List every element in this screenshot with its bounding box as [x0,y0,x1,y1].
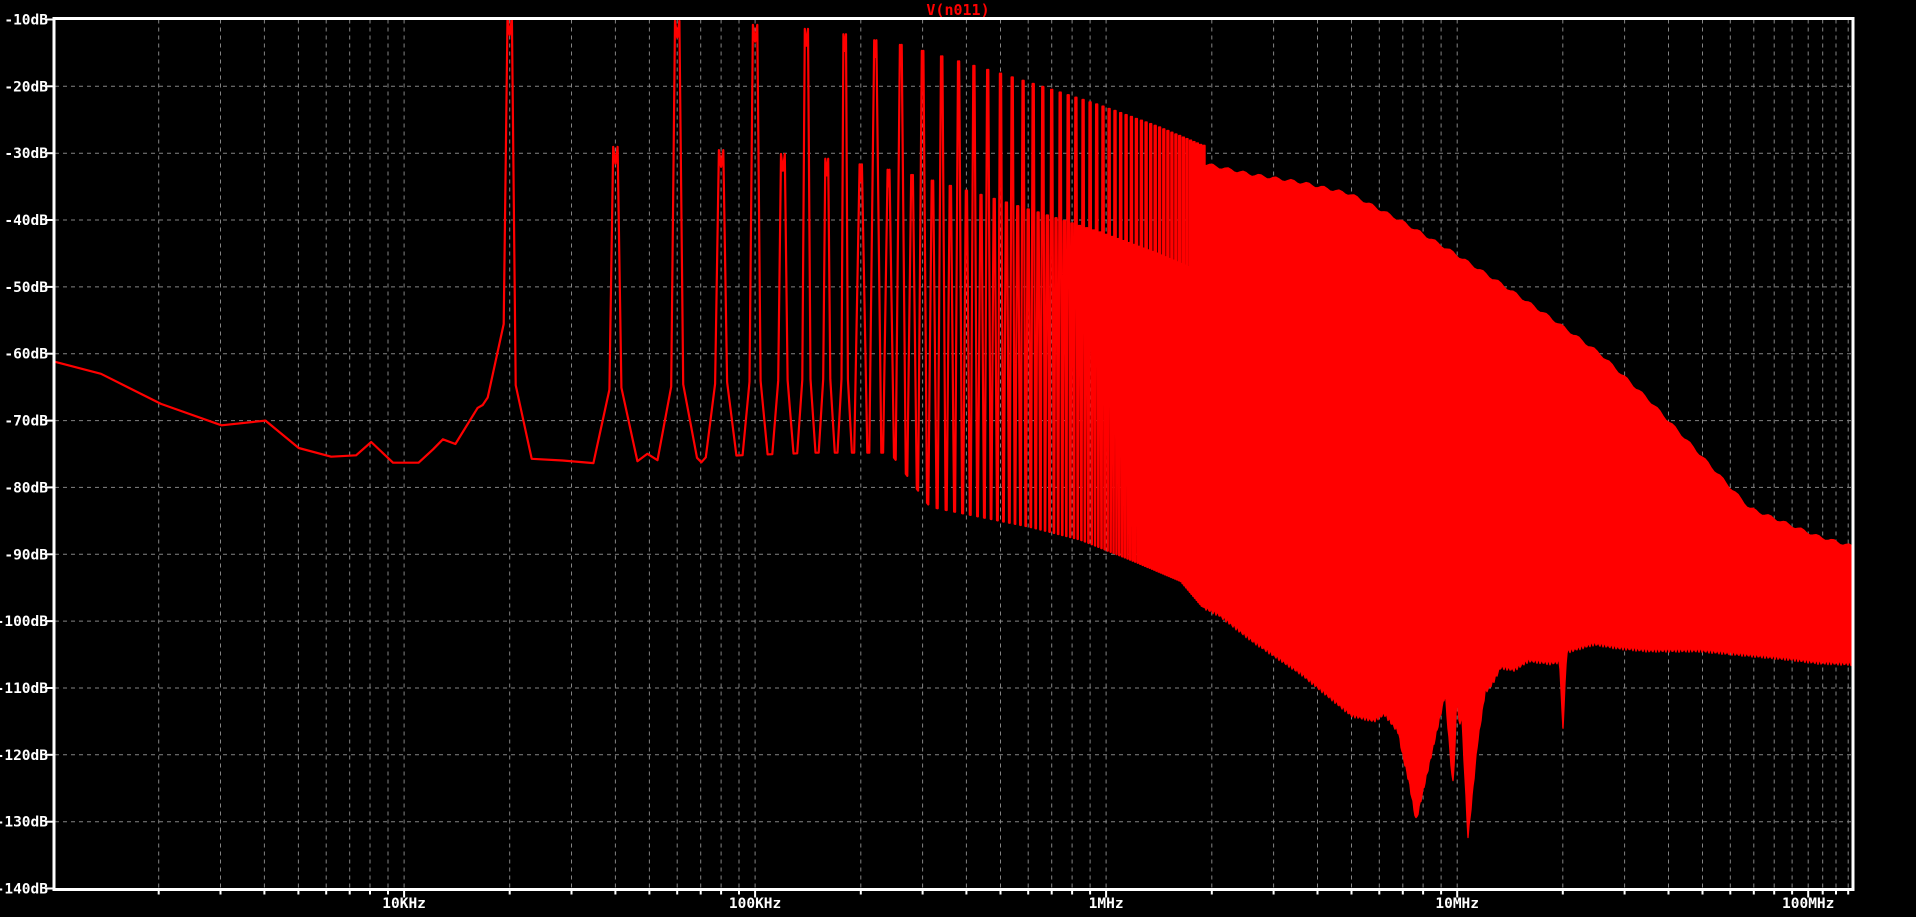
trace-legend-label[interactable]: V(n011) [926,1,989,19]
fft-trace-discrete [54,17,1206,609]
y-axis-tick-label: -110dB [0,681,48,697]
y-axis-labels: -10dB -20dB -30dB -40dB -50dB -60dB -70dB -80dB… [0,13,48,898]
y-axis-tick-label: -140dB [0,882,48,898]
x-axis-tick-label: 100KHz [729,896,781,912]
y-axis-tick-label: -120dB [0,748,48,764]
x-axis-tick-label: 10MHz [1435,896,1479,912]
x-axis-tick-label: 1MHz [1089,896,1124,912]
y-axis-tick-label: -80dB [4,480,48,496]
y-axis-tick-label: -10dB [4,13,48,29]
x-axis-tick-label: 10KHz [382,896,426,912]
fft-trace-dense [1203,163,1853,839]
y-axis-tick-label: -30dB [4,146,48,162]
y-axis-tick-label: -130dB [0,815,48,831]
y-axis-tick-label: -60dB [4,347,48,363]
y-axis-tick-label: -40dB [4,213,48,229]
y-axis-tick-label: -90dB [4,547,48,563]
x-axis-labels: 10KHz 100KHz 1MHz 10MHz 100MHz [382,896,1834,912]
y-axis-tick-label: -50dB [4,280,48,296]
fft-plot-canvas[interactable]: 10KHz 100KHz 1MHz 10MHz 100MHz -10dB -20dB -30d… [0,0,1916,917]
x-axis-tick-label: 100MHz [1782,896,1834,912]
fft-trace [54,17,1853,839]
y-axis-tick-label: -70dB [4,414,48,430]
y-axis-tick-label: -100dB [0,614,48,630]
waveform-viewer: 10KHz 100KHz 1MHz 10MHz 100MHz -10dB -20dB -30d… [0,0,1916,917]
y-axis-tick-label: -20dB [4,79,48,95]
